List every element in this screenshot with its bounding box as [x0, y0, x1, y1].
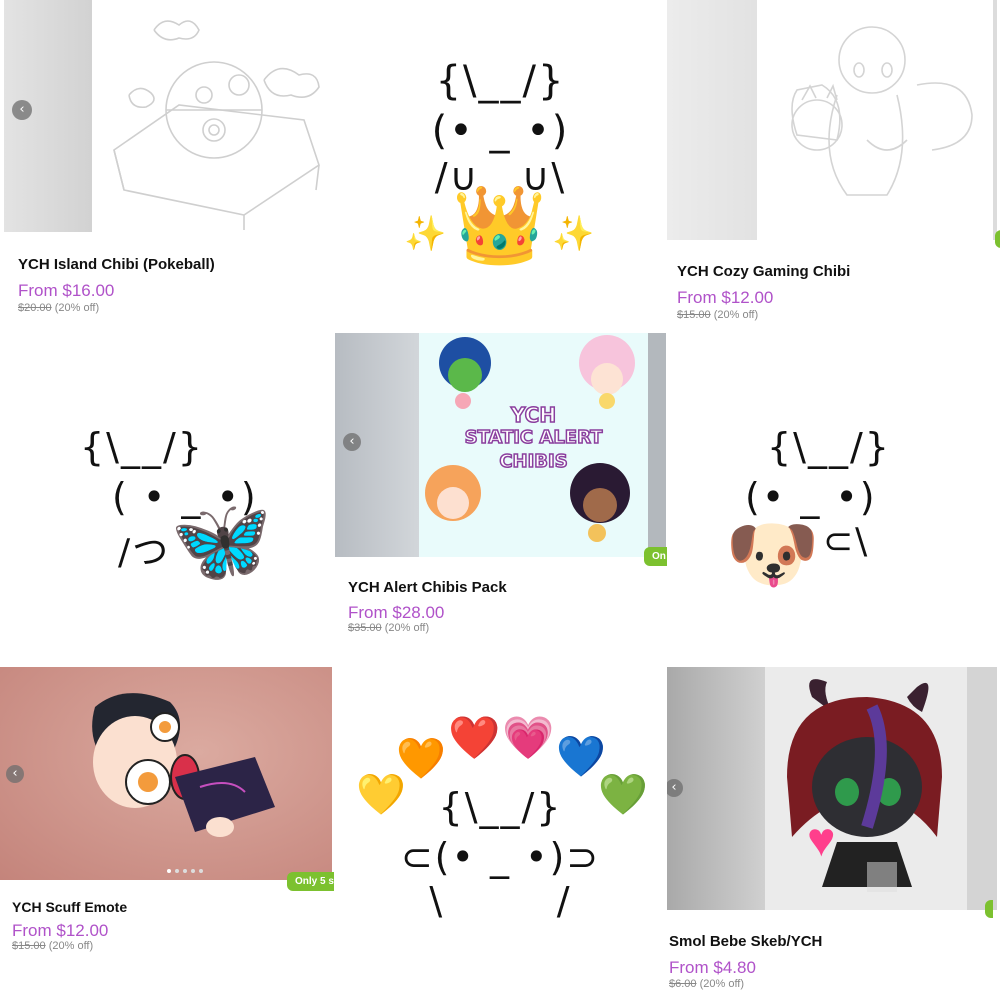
- original-price-value: $15.00: [677, 309, 711, 321]
- alert-title-line2: STATIC ALERT: [464, 426, 603, 449]
- discount-label: (20% off): [384, 622, 430, 634]
- kaomoji-ears: {\__/}: [80, 425, 204, 469]
- heart-blue-icon: 💙: [556, 735, 606, 779]
- kaomoji-puppy-image: {\__/} (• _ •) ⊂\ 🐶: [667, 333, 1000, 667]
- listing-price: From $28.00: [348, 603, 445, 622]
- kaomoji-hearts-image: 💛 🧡 ❤️ 💗 💙 💚 {\__/} ⊂(• _ •)⊃ \ /: [334, 667, 667, 1000]
- slots-badge: [985, 900, 993, 918]
- slots-badge: On: [644, 547, 667, 566]
- original-price-value: $6.00: [669, 978, 697, 990]
- discount-label: (20% off): [713, 309, 759, 321]
- kaomoji-ears: {\__/}: [438, 785, 563, 829]
- puppy-icon: 🐶: [725, 512, 820, 597]
- alert-title-line3: CHIBIS: [499, 450, 569, 473]
- original-price-value: $20.00: [18, 302, 52, 314]
- pokeball-island-sketch: [113, 20, 320, 230]
- carousel-prev-button[interactable]: ‹: [6, 765, 24, 783]
- discount-label: (20% off): [48, 940, 94, 952]
- listing-title[interactable]: Smol Bebe Skeb/YCH: [669, 933, 822, 950]
- original-price-value: $15.00: [12, 940, 46, 952]
- slots-badge: [995, 230, 1000, 248]
- scuff-emote-artwork: [92, 693, 275, 837]
- kaomoji-butterfly-image: {\__/} ( • _ •) /つ 🦋: [0, 333, 334, 667]
- kaomoji-face: (• _ •): [431, 108, 570, 154]
- listing-original-price: $35.00 (20% off): [348, 622, 429, 634]
- listing-title[interactable]: YCH Alert Chibis Pack: [348, 579, 507, 596]
- listing-original-price: $15.00 (20% off): [677, 309, 758, 321]
- listing-card-alert-chibis-pack[interactable]: YCH STATIC ALERT CHIBIS ‹ On YCH Alert C…: [334, 333, 667, 667]
- listing-image[interactable]: ♥ ‹: [667, 667, 997, 910]
- listing-card-scuff-emote[interactable]: ‹ Only 5 slo YCH Scuff Emote From $12.00…: [0, 667, 334, 1000]
- smol-bebe-artwork: [787, 679, 942, 892]
- listing-title[interactable]: YCH Cozy Gaming Chibi: [677, 263, 850, 280]
- kaomoji-face: ⊂(• _ •)⊃: [400, 835, 601, 879]
- kaomoji-arms: \ /: [429, 879, 572, 923]
- original-price-value: $35.00: [348, 622, 382, 634]
- discount-label: (20% off): [699, 978, 745, 990]
- carousel-dots: [167, 869, 203, 873]
- heart-pink-icon: 💗: [502, 714, 555, 761]
- listing-price: From $12.00: [677, 288, 774, 307]
- listing-card-smol-bebe[interactable]: ♥ ‹ Smol Bebe Skeb/YCH From $4.80 $6.00 …: [667, 667, 1000, 1000]
- carousel-prev-button[interactable]: ‹: [343, 433, 361, 451]
- listing-price: From $4.80: [669, 958, 756, 977]
- carousel-dot[interactable]: [167, 869, 171, 873]
- listing-title[interactable]: YCH Island Chibi (Pokeball): [18, 256, 215, 273]
- cozy-chibi-sketch: [791, 26, 973, 196]
- listing-image[interactable]: ‹: [4, 0, 333, 232]
- listing-price: From $12.00: [12, 921, 109, 940]
- carousel-dot[interactable]: [175, 869, 179, 873]
- carousel-prev-button[interactable]: ‹: [12, 100, 32, 120]
- carousel-dot[interactable]: [183, 869, 187, 873]
- sparkle-icon: ✨: [404, 215, 447, 253]
- listing-image[interactable]: [667, 0, 997, 240]
- discount-label: (20% off): [54, 302, 100, 314]
- heart-icon: ♥: [807, 814, 836, 867]
- crown-icon: 👑: [452, 183, 547, 268]
- kaomoji-ears: {\__/}: [435, 58, 566, 104]
- heart-orange-icon: 🧡: [396, 737, 446, 781]
- scroll-edge: [993, 0, 997, 240]
- sparkle-icon: ✨: [552, 215, 595, 253]
- listing-price: From $16.00: [18, 281, 115, 300]
- listing-original-price: $6.00 (20% off): [669, 978, 744, 990]
- slots-badge: Only 5 slo: [287, 872, 334, 891]
- carousel-dot[interactable]: [199, 869, 203, 873]
- listing-title[interactable]: YCH Scuff Emote: [12, 899, 127, 915]
- listing-original-price: $20.00 (20% off): [18, 302, 99, 314]
- listing-original-price: $15.00 (20% off): [12, 940, 93, 952]
- kaomoji-crown-image: {\__/} (• _ •) /∪ ∪\ ✨ 👑 ✨: [334, 0, 667, 333]
- listing-image[interactable]: ‹: [0, 667, 332, 880]
- kaomoji-arms: ⊂\: [823, 521, 870, 562]
- carousel-dot[interactable]: [191, 869, 195, 873]
- heart-red-icon: ❤️: [448, 714, 501, 761]
- listing-image[interactable]: YCH STATIC ALERT CHIBIS ‹: [335, 333, 666, 557]
- kaomoji-ears: {\__/}: [767, 425, 891, 469]
- butterfly-icon: 🦋: [170, 496, 273, 587]
- listing-card-cozy-gaming-chibi[interactable]: YCH Cozy Gaming Chibi From $12.00 $15.00…: [667, 0, 1000, 333]
- alert-title-line1: YCH: [510, 402, 557, 428]
- listing-card-island-chibi[interactable]: ‹ YCH Island Chibi (Pokeball) From $16.0…: [0, 0, 333, 333]
